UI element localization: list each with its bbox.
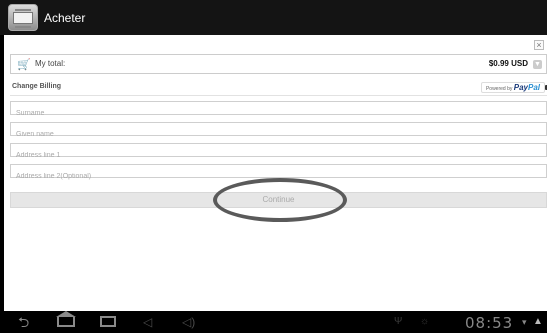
- address-line-1-input[interactable]: [11, 149, 546, 162]
- highlight-circle: [213, 178, 347, 222]
- action-bar: Acheter: [0, 0, 547, 35]
- card-shape: [13, 12, 33, 24]
- close-button[interactable]: ×: [534, 40, 544, 50]
- home-icon[interactable]: [56, 311, 76, 327]
- card-line: [15, 26, 31, 28]
- chevron-down-icon[interactable]: ▼: [533, 60, 542, 69]
- signal-icon: ▲: [533, 316, 543, 327]
- billing-header: Change Billing Powered by PayPal: [10, 80, 547, 96]
- system-nav-bar: ⮌ ◁ ◁) Ψ ☼ 08:53 ▾ ▲: [0, 311, 547, 333]
- address-line-2-field[interactable]: [10, 164, 547, 183]
- volume-down-icon[interactable]: ◁: [143, 315, 152, 329]
- payment-dialog: × 🛒 My total: $0.99 USD ▼ Change Billing…: [4, 35, 547, 311]
- volume-up-icon[interactable]: ◁): [182, 315, 195, 329]
- total-label: My total:: [35, 59, 66, 68]
- given-name-field[interactable]: [10, 122, 547, 141]
- app-title: Acheter: [44, 11, 86, 25]
- given-name-input[interactable]: [11, 128, 546, 141]
- cart-icon: 🛒: [17, 59, 31, 71]
- paypal-badge: Powered by PayPal: [480, 82, 547, 93]
- wifi-icon: ▾: [522, 317, 527, 327]
- total-row[interactable]: 🛒 My total: $0.99 USD ▼: [10, 54, 547, 74]
- surname-input[interactable]: [11, 107, 546, 120]
- paypal-logo-pal: Pal: [527, 83, 540, 92]
- surname-field[interactable]: [10, 101, 547, 120]
- paypal-logo-pay: Pay: [513, 83, 528, 92]
- back-icon[interactable]: ⮌: [18, 315, 29, 329]
- powered-by-text: Powered by: [485, 86, 513, 92]
- card-line: [15, 9, 31, 11]
- change-billing-link[interactable]: Change Billing: [12, 83, 61, 90]
- total-amount: $0.99 USD: [488, 59, 528, 68]
- usb-icon: Ψ: [394, 316, 403, 327]
- credit-card-icon[interactable]: [8, 4, 38, 31]
- address-line-1-field[interactable]: [10, 143, 547, 162]
- android-debug-icon: ☼: [420, 316, 430, 327]
- recent-apps-icon[interactable]: [100, 316, 116, 327]
- clock: 08:53: [465, 314, 514, 332]
